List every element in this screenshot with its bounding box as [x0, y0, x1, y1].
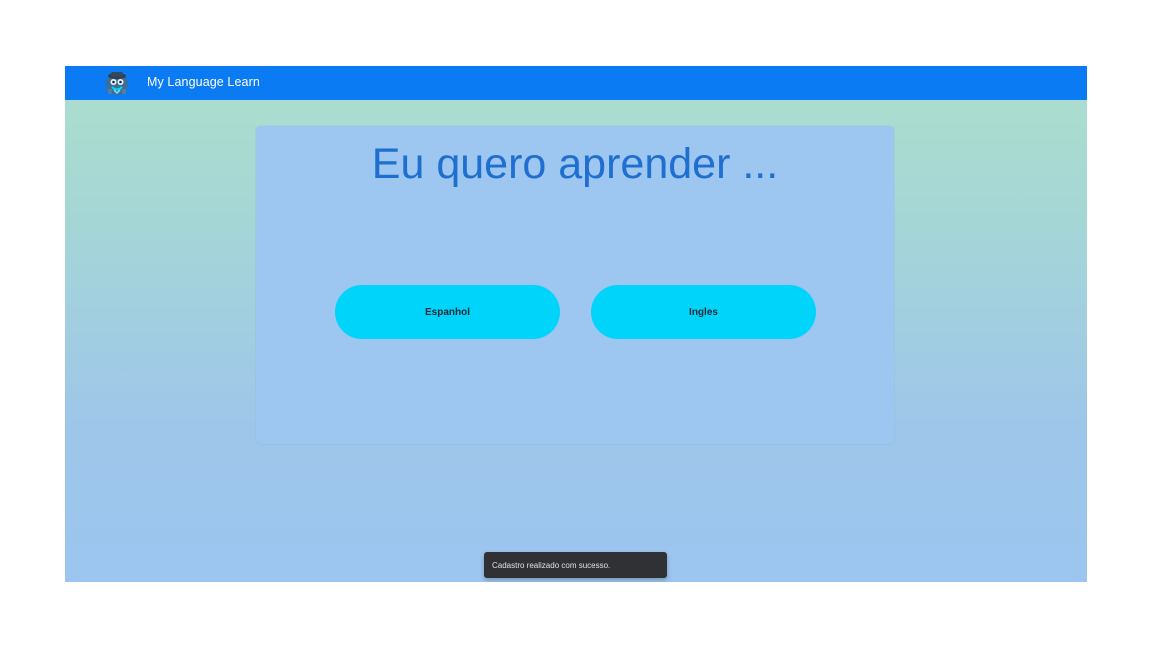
app-window: My Language Learn Eu quero aprender ... …	[65, 66, 1087, 582]
snackbar-toast: Cadastro realizado com sucesso.	[484, 552, 667, 578]
top-navbar: My Language Learn	[65, 66, 1087, 100]
app-logo-icon[interactable]	[103, 69, 131, 97]
toast-message: Cadastro realizado com sucesso.	[492, 560, 611, 570]
language-selection-card: Eu quero aprender ... Espanhol Ingles	[256, 126, 894, 444]
mouse-pointer-icon	[525, 577, 529, 582]
ingles-button[interactable]: Ingles	[591, 285, 816, 339]
page-heading: Eu quero aprender ...	[371, 140, 779, 188]
espanhol-button[interactable]: Espanhol	[335, 285, 560, 339]
app-title[interactable]: My Language Learn	[147, 75, 260, 89]
